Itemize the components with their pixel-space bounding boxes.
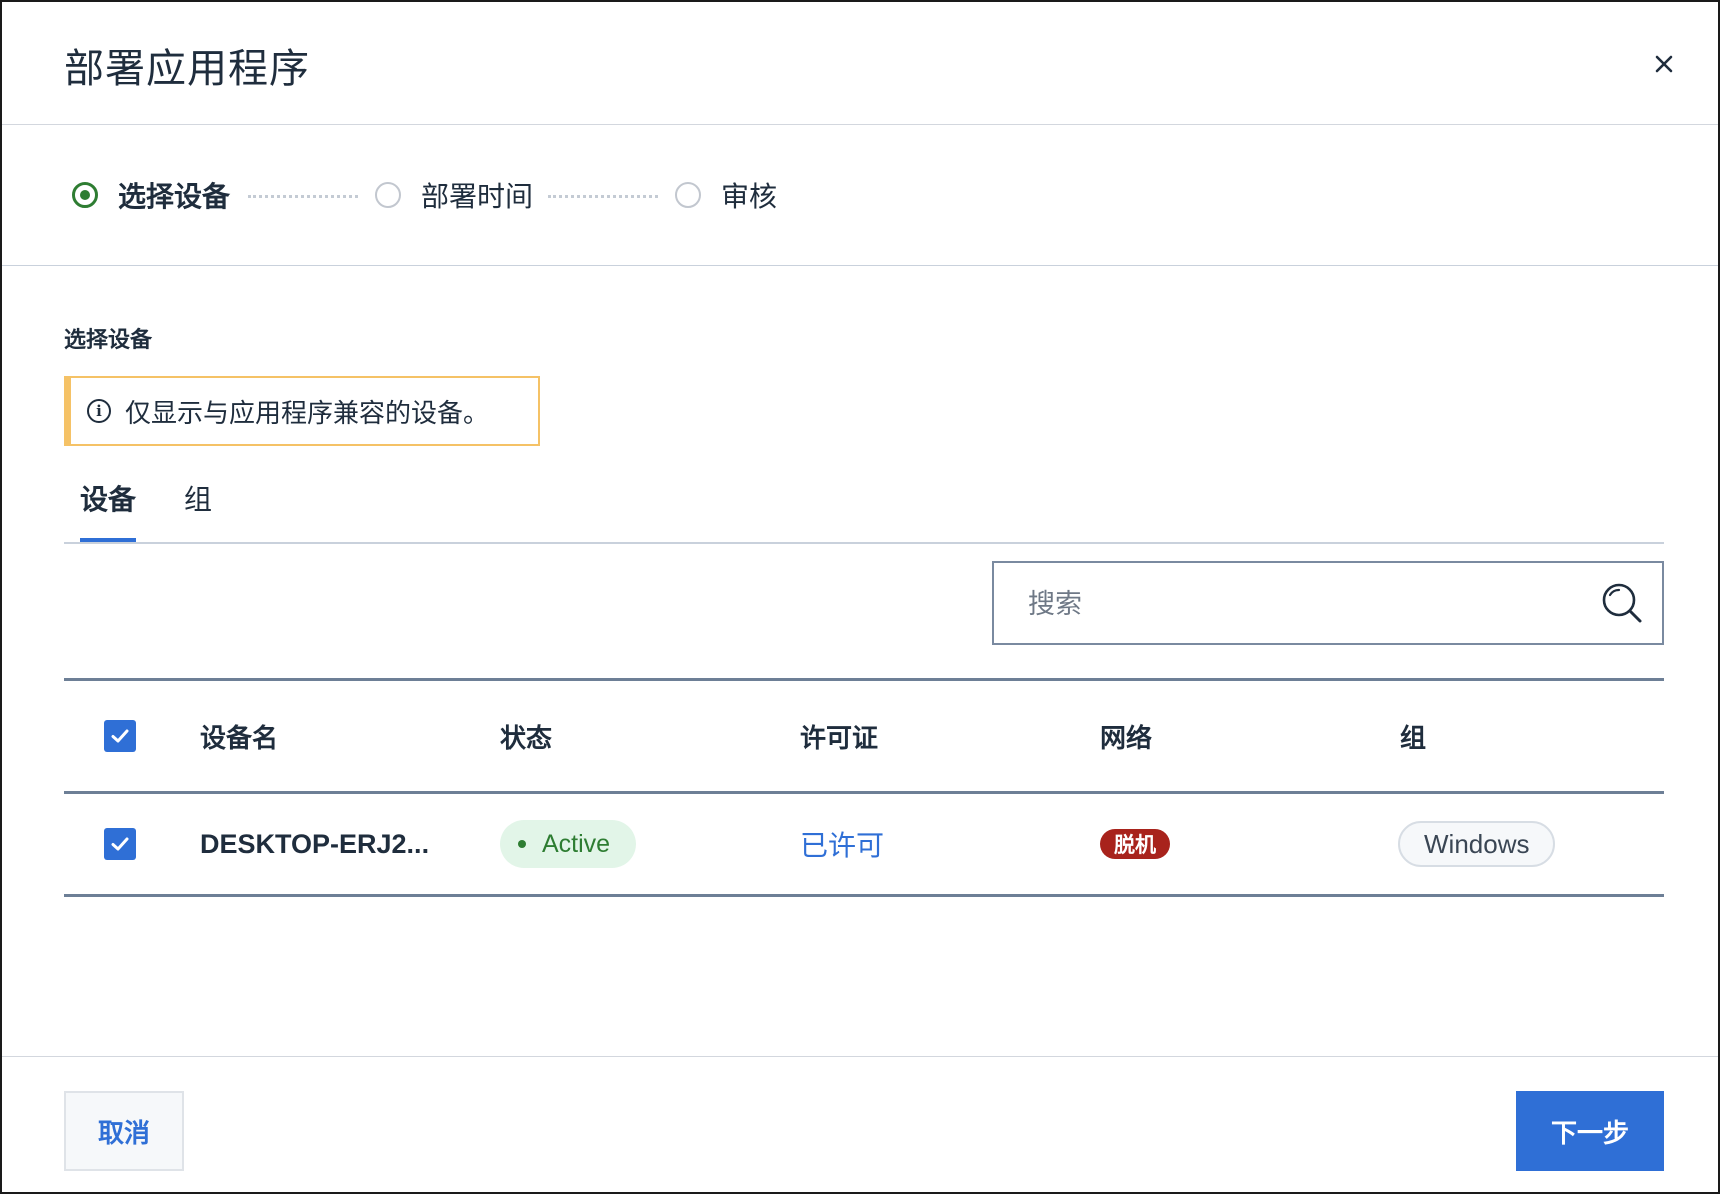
status-dot-icon — [518, 840, 526, 848]
step-connector — [548, 195, 658, 198]
network-cell: 脱机 — [1100, 794, 1170, 894]
tab-bar: 设备 组 — [64, 472, 1664, 544]
cancel-button[interactable]: 取消 — [64, 1091, 184, 1171]
device-table: 设备名 状态 许可证 网络 组 DESKTOP-ERJ2... Active 已… — [64, 678, 1664, 897]
checkmark-icon — [111, 837, 129, 851]
table-header: 设备名 状态 许可证 网络 组 — [64, 681, 1664, 794]
step-select-devices: 选择设备 — [72, 177, 230, 213]
search-icon[interactable] — [1600, 581, 1646, 627]
device-name-cell: DESKTOP-ERJ2... — [200, 794, 429, 894]
dialog-footer: 取消 下一步 — [2, 1056, 1718, 1193]
column-header-group[interactable]: 组 — [1400, 681, 1426, 791]
active-tab-indicator — [80, 538, 136, 542]
row-checkbox[interactable] — [104, 828, 136, 860]
group-tag: Windows — [1398, 821, 1556, 867]
step-inactive-radio-icon — [375, 182, 401, 208]
status-badge: Active — [500, 820, 637, 868]
step-connector — [248, 195, 358, 198]
step-label: 选择设备 — [118, 180, 231, 213]
info-icon: i — [87, 399, 111, 423]
step-label: 审核 — [721, 180, 778, 213]
header-checkbox-cell — [104, 681, 136, 791]
tab-groups[interactable]: 组 — [184, 478, 212, 518]
status-text: Active — [542, 829, 611, 858]
row-checkbox-cell — [104, 794, 136, 894]
select-all-checkbox[interactable] — [104, 720, 136, 752]
info-notice: i 仅显示与应用程序兼容的设备。 — [64, 376, 540, 446]
step-active-radio-icon — [72, 182, 98, 208]
license-link[interactable]: 已许可 — [800, 824, 884, 864]
table-row: DESKTOP-ERJ2... Active 已许可 脱机 Windows — [64, 794, 1664, 897]
step-label: 部署时间 — [421, 180, 534, 213]
status-cell: Active — [500, 794, 637, 894]
dialog-title: 部署应用程序 — [64, 46, 310, 92]
deploy-app-dialog: 部署应用程序 选择设备 部署时间 审核 选择设备 i 仅显示与应用程序兼容的设备… — [0, 0, 1720, 1194]
search-box — [992, 561, 1664, 645]
close-button[interactable] — [1642, 42, 1686, 86]
group-cell: Windows — [1398, 794, 1556, 894]
tab-devices[interactable]: 设备 — [80, 478, 136, 518]
column-header-status[interactable]: 状态 — [500, 681, 552, 791]
stepper: 选择设备 部署时间 审核 — [2, 125, 1718, 266]
close-icon — [1655, 55, 1673, 73]
column-header-license[interactable]: 许可证 — [800, 681, 878, 791]
column-header-device-name[interactable]: 设备名 — [200, 681, 278, 791]
license-cell: 已许可 — [800, 794, 884, 894]
network-status-badge: 脱机 — [1100, 829, 1170, 859]
step-inactive-radio-icon — [675, 182, 701, 208]
info-text: 仅显示与应用程序兼容的设备。 — [125, 398, 490, 429]
step-deploy-time: 部署时间 — [375, 177, 533, 213]
device-name[interactable]: DESKTOP-ERJ2... — [200, 829, 429, 860]
dialog-header: 部署应用程序 — [2, 2, 1718, 125]
next-button[interactable]: 下一步 — [1516, 1091, 1664, 1171]
checkmark-icon — [111, 729, 129, 743]
column-header-network[interactable]: 网络 — [1100, 681, 1152, 791]
search-input[interactable] — [1026, 581, 1570, 627]
section-title: 选择设备 — [64, 328, 153, 353]
step-review: 审核 — [675, 177, 777, 213]
